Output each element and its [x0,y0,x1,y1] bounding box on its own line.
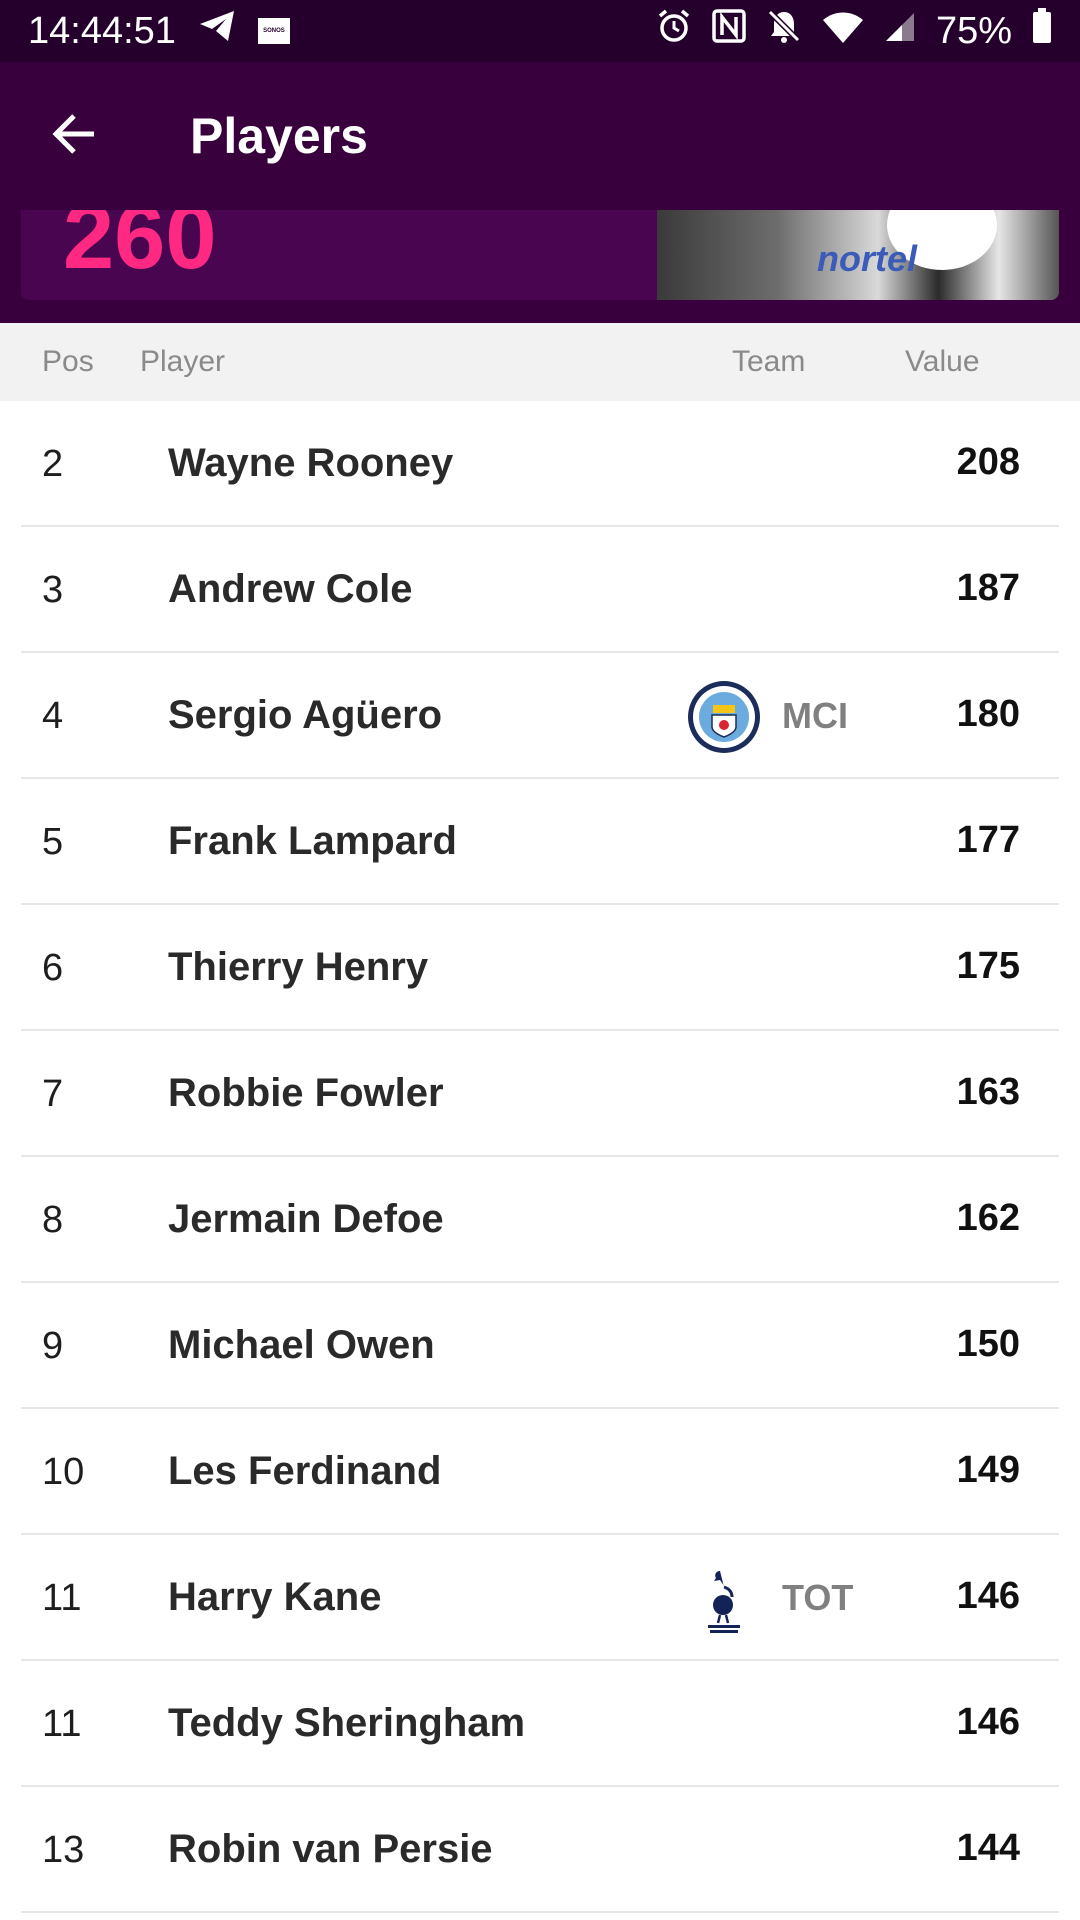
row-value: 146 [956,1701,1020,1743]
row-value: 180 [956,693,1020,735]
row-player-name: Les Ferdinand [168,1449,442,1493]
row-team: MCI [782,695,848,736]
row-pos: 2 [42,443,64,485]
row-pos: 11 [42,1577,82,1619]
row-team: TOT [782,1577,854,1618]
row-value: 146 [956,1575,1020,1617]
table-row[interactable]: 11 Teddy Sheringham 146 [0,1661,1080,1787]
featured-player-banner[interactable]: 260 nortel [21,210,1059,300]
telegram-icon [198,9,236,53]
header-value: Value [905,345,980,378]
status-time: 14:44:51 [28,9,176,52]
featured-player-photo: nortel [657,210,1059,300]
row-pos: 13 [42,1829,85,1871]
header-player: Player [140,345,226,378]
row-player-name: Sergio Agüero [168,693,443,737]
table-row[interactable]: 6 Thierry Henry 175 [0,905,1080,1031]
row-player-name: Thierry Henry [168,945,429,989]
row-pos: 8 [42,1199,64,1241]
row-pos: 7 [42,1073,64,1115]
nfc-icon [712,9,746,53]
row-player-name: Andrew Cole [168,567,413,611]
row-player-name: Robbie Fowler [168,1071,444,1115]
man-city-crest-icon [686,679,762,755]
row-pos: 9 [42,1325,64,1367]
table-row[interactable]: 13 Robin van Persie 144 [0,1787,1080,1913]
row-player-name: Jermain Defoe [168,1197,444,1241]
row-value: 175 [956,945,1020,987]
signal-icon [884,10,916,53]
spurs-crest-icon [686,1561,762,1637]
table-row[interactable]: 10 Les Ferdinand 149 [0,1409,1080,1535]
alarm-icon [656,8,692,54]
table-row[interactable]: 4 Sergio Agüero MCI 180 [0,653,1080,779]
wifi-icon [822,10,864,53]
row-value: 144 [956,1827,1020,1869]
table-row[interactable]: 9 Michael Owen 150 [0,1283,1080,1409]
table-row[interactable]: 5 Frank Lampard 177 [0,779,1080,905]
row-player-name: Wayne Rooney [168,441,454,485]
page-title: Players [190,108,368,164]
table-header: Pos Player Team Value [0,323,1080,401]
row-player-name: Frank Lampard [168,819,457,863]
table-row[interactable]: 7 Robbie Fowler 163 [0,1031,1080,1157]
sonos-icon: SONOS [257,18,290,44]
bell-off-icon [766,8,802,54]
table-row[interactable]: 11 Harry Kane TOT 146 [0,1535,1080,1661]
row-value: 162 [956,1197,1020,1239]
shirt-sponsor-text: nortel [817,238,918,279]
row-pos: 6 [42,947,64,989]
row-value: 177 [956,819,1020,861]
arrow-left-icon [50,112,98,161]
header-pos: Pos [42,345,94,378]
row-value: 150 [956,1323,1020,1365]
battery-text: 75% [935,9,1012,52]
row-pos: 11 [42,1703,82,1745]
row-value: 187 [956,567,1020,609]
row-player-name: Michael Owen [168,1323,435,1367]
featured-banner-container: 260 nortel [0,210,1080,323]
row-pos: 10 [42,1451,85,1493]
row-value: 163 [956,1071,1020,1113]
battery-icon [1032,8,1052,54]
row-pos: 4 [42,695,64,737]
table-row[interactable]: 8 Jermain Defoe 162 [0,1157,1080,1283]
row-pos: 5 [42,821,64,863]
row-value: 208 [956,441,1020,483]
row-player-name: Teddy Sheringham [168,1701,526,1745]
row-player-name: Harry Kane [168,1575,382,1619]
featured-value: 260 [63,210,217,288]
header-team: Team [732,345,806,378]
row-player-name: Robin van Persie [168,1827,493,1871]
app-bar: Players [0,62,1080,210]
table-row[interactable]: 3 Andrew Cole 187 [0,527,1080,653]
table-row[interactable]: 2 Wayne Rooney 208 [0,401,1080,527]
row-value: 149 [956,1449,1020,1491]
row-pos: 3 [42,569,64,611]
status-bar: 14:44:51 SONOS 75% [0,0,1080,62]
player-list: 2 Wayne Rooney 208 3 Andrew Cole 187 4 S… [0,401,1080,1913]
back-button[interactable] [24,86,124,186]
